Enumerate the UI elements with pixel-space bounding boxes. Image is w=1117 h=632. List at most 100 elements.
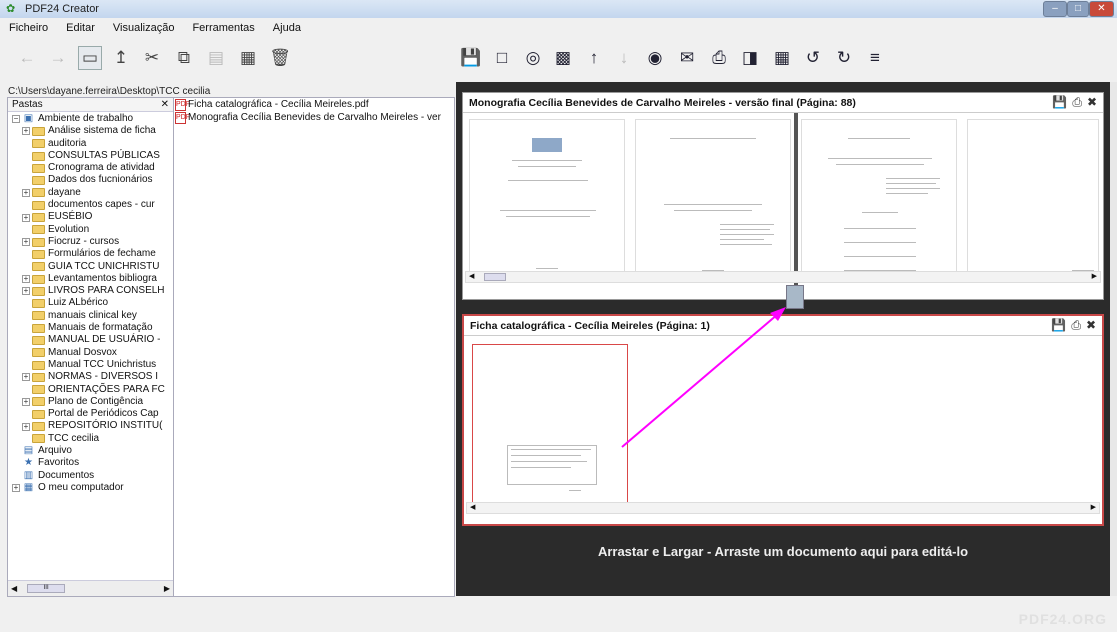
file-item[interactable]: PDF Monografia Cecília Benevides de Carv… — [175, 111, 455, 124]
tree-item[interactable]: + NORMAS - DIVERSOS I — [8, 371, 173, 383]
up-folder-icon[interactable]: ↥ — [109, 46, 133, 70]
page-thumbnail[interactable] — [469, 119, 625, 281]
forward-arrow-icon[interactable]: → — [46, 46, 70, 70]
expand-toggle-icon[interactable]: + — [12, 484, 20, 493]
back-arrow-icon[interactable]: ← — [15, 46, 39, 70]
save-icon[interactable]: 💾 — [459, 46, 483, 70]
expand-toggle-icon[interactable]: + — [22, 188, 30, 197]
tree-item[interactable]: − ▣ Ambiente de trabalho — [8, 113, 173, 125]
expand-toggle-icon[interactable]: + — [22, 397, 30, 406]
maximize-button[interactable]: □ — [1067, 1, 1089, 17]
scroll-right-icon[interactable]: ▶ — [164, 584, 170, 593]
scroll-right-icon[interactable]: ▶ — [1091, 503, 1096, 511]
menu-ficheiro[interactable]: Ficheiro — [9, 22, 48, 34]
tree-item[interactable]: ▥ Documentos — [8, 470, 173, 482]
move-up-icon[interactable]: ↑ — [582, 46, 606, 70]
save-doc-icon[interactable]: 💾 — [1052, 95, 1067, 110]
folder-icon — [32, 200, 45, 210]
expand-toggle-icon[interactable]: + — [22, 422, 30, 431]
expand-toggle-icon[interactable]: + — [22, 287, 30, 296]
save-doc-icon[interactable]: 💾 — [1051, 318, 1066, 333]
tree-item[interactable]: + Fiocruz - cursos — [8, 236, 173, 248]
rotate-right-icon[interactable]: ↻ — [832, 46, 856, 70]
delete-icon[interactable]: 🗑 — [268, 46, 292, 70]
paste-icon[interactable]: ▤ — [204, 46, 228, 70]
minimize-button[interactable]: – — [1043, 1, 1067, 17]
expand-toggle-icon[interactable]: + — [22, 275, 30, 283]
scroll-thumb[interactable]: III — [27, 584, 66, 593]
expand-toggle-icon[interactable]: + — [22, 373, 30, 382]
expand-toggle-icon[interactable]: + — [22, 127, 30, 136]
scroll-right-icon[interactable]: ▶ — [1092, 272, 1097, 280]
combine-icon[interactable]: ◎ — [521, 46, 545, 70]
preview-eye-icon[interactable]: ◉ — [643, 46, 667, 70]
tree-item[interactable]: CONSULTAS PÚBLICAS — [8, 150, 173, 162]
tree-item[interactable]: + ▦ O meu computador — [8, 482, 173, 494]
close-doc-icon[interactable]: ✖ — [1086, 318, 1096, 333]
move-down-icon[interactable]: ↓ — [612, 46, 636, 70]
tree-item[interactable]: auditoria — [8, 138, 173, 150]
tree-item[interactable]: Dados dos fucnionários — [8, 174, 173, 186]
expand-toggle-icon[interactable]: + — [22, 213, 30, 222]
tree-item[interactable]: Cronograma de atividad — [8, 162, 173, 174]
tree-item[interactable]: Formulários de fechame — [8, 248, 173, 260]
file-item[interactable]: PDF Ficha catalográfica - Cecília Meirel… — [175, 98, 455, 111]
align-lines-icon[interactable]: ≡ — [863, 46, 887, 70]
tree-item[interactable]: Luiz ALbérico — [8, 297, 173, 309]
tree-item[interactable]: + REPOSITÓRIO INSTITU( — [8, 420, 173, 432]
scroll-left-icon[interactable]: ◀ — [469, 272, 474, 280]
print-icon[interactable]: ⎙ — [707, 46, 731, 70]
tree-item[interactable]: TCC cecilia — [8, 433, 173, 445]
tree-item[interactable]: manuais clinical key — [8, 310, 173, 322]
close-panel-icon[interactable]: ✕ — [161, 99, 169, 110]
tree-item[interactable]: MANUAL DE USUÁRIO - — [8, 334, 173, 346]
tree-item[interactable]: + Análise sistema de ficha — [8, 125, 173, 137]
tree-item[interactable]: ORIENTAÇÕES PARA FC — [8, 384, 173, 396]
expand-toggle-icon[interactable]: + — [22, 238, 30, 247]
thumbnails-icon[interactable]: ▦ — [770, 46, 794, 70]
close-doc-icon[interactable]: ✖ — [1087, 95, 1097, 110]
tree-item[interactable]: Portal de Periódicos Cap — [8, 408, 173, 420]
tree-item[interactable]: + Plano de Contigência — [8, 396, 173, 408]
menu-visualizacao[interactable]: Visualização — [113, 22, 175, 34]
tree-item[interactable]: + LIVROS PARA CONSELH — [8, 285, 173, 297]
page-thumbnail[interactable] — [967, 119, 1099, 281]
scroll-thumb[interactable] — [484, 273, 506, 281]
grid-icon[interactable]: ▦ — [236, 46, 260, 70]
trash-icon[interactable]: ▩ — [551, 46, 575, 70]
scroll-left-icon[interactable]: ◀ — [11, 584, 17, 593]
page-thumbnail[interactable] — [635, 119, 791, 281]
tree-item[interactable]: Manuais de formatação — [8, 322, 173, 334]
menu-ferramentas[interactable]: Ferramentas — [192, 22, 254, 34]
close-window-button[interactable]: ✕ — [1089, 1, 1114, 17]
menu-editar[interactable]: Editar — [66, 22, 95, 34]
email-icon[interactable]: ✉ — [675, 46, 699, 70]
print-doc-icon[interactable]: ⎙ — [1072, 95, 1082, 110]
new-page-icon[interactable]: □ — [490, 46, 514, 70]
pages-horizontal-scrollbar[interactable]: ◀ ▶ — [466, 502, 1100, 514]
tree-item[interactable]: + EUSÉBIO — [8, 211, 173, 223]
rotate-left-icon[interactable]: ↺ — [801, 46, 825, 70]
folder-view-icon[interactable]: ▭ — [78, 46, 102, 70]
tree-horizontal-scrollbar[interactable]: ◀ III ▶ — [8, 580, 173, 596]
tree-item[interactable]: ★ Favoritos — [8, 457, 173, 469]
copy-icon[interactable]: ⧉ — [172, 46, 196, 70]
workspace-vertical-scrollbar[interactable] — [1110, 82, 1117, 596]
pages-horizontal-scrollbar[interactable]: ◀ ▶ — [465, 271, 1101, 283]
menu-ajuda[interactable]: Ajuda — [273, 22, 301, 34]
tree-item[interactable]: + dayane — [8, 187, 173, 199]
tree-item[interactable]: Manual TCC Unichristus — [8, 359, 173, 371]
page-thumbnail-selected[interactable] — [472, 344, 628, 507]
cut-icon[interactable]: ✂ — [140, 46, 164, 70]
tree-item[interactable]: Evolution — [8, 224, 173, 236]
tree-item[interactable]: Manual Dosvox — [8, 347, 173, 359]
tree-item[interactable]: documentos capes - cur — [8, 199, 173, 211]
scroll-left-icon[interactable]: ◀ — [470, 503, 475, 511]
page-thumbnail[interactable] — [801, 119, 957, 281]
compress-icon[interactable]: ◨ — [738, 46, 762, 70]
tree-item[interactable]: ▤ Arquivo — [8, 445, 173, 457]
print-doc-icon[interactable]: ⎙ — [1071, 318, 1081, 333]
tree-item[interactable]: + Levantamentos bibliogra — [8, 273, 173, 285]
expand-toggle-icon[interactable]: − — [12, 115, 20, 124]
tree-item[interactable]: GUIA TCC UNICHRISTU — [8, 261, 173, 273]
